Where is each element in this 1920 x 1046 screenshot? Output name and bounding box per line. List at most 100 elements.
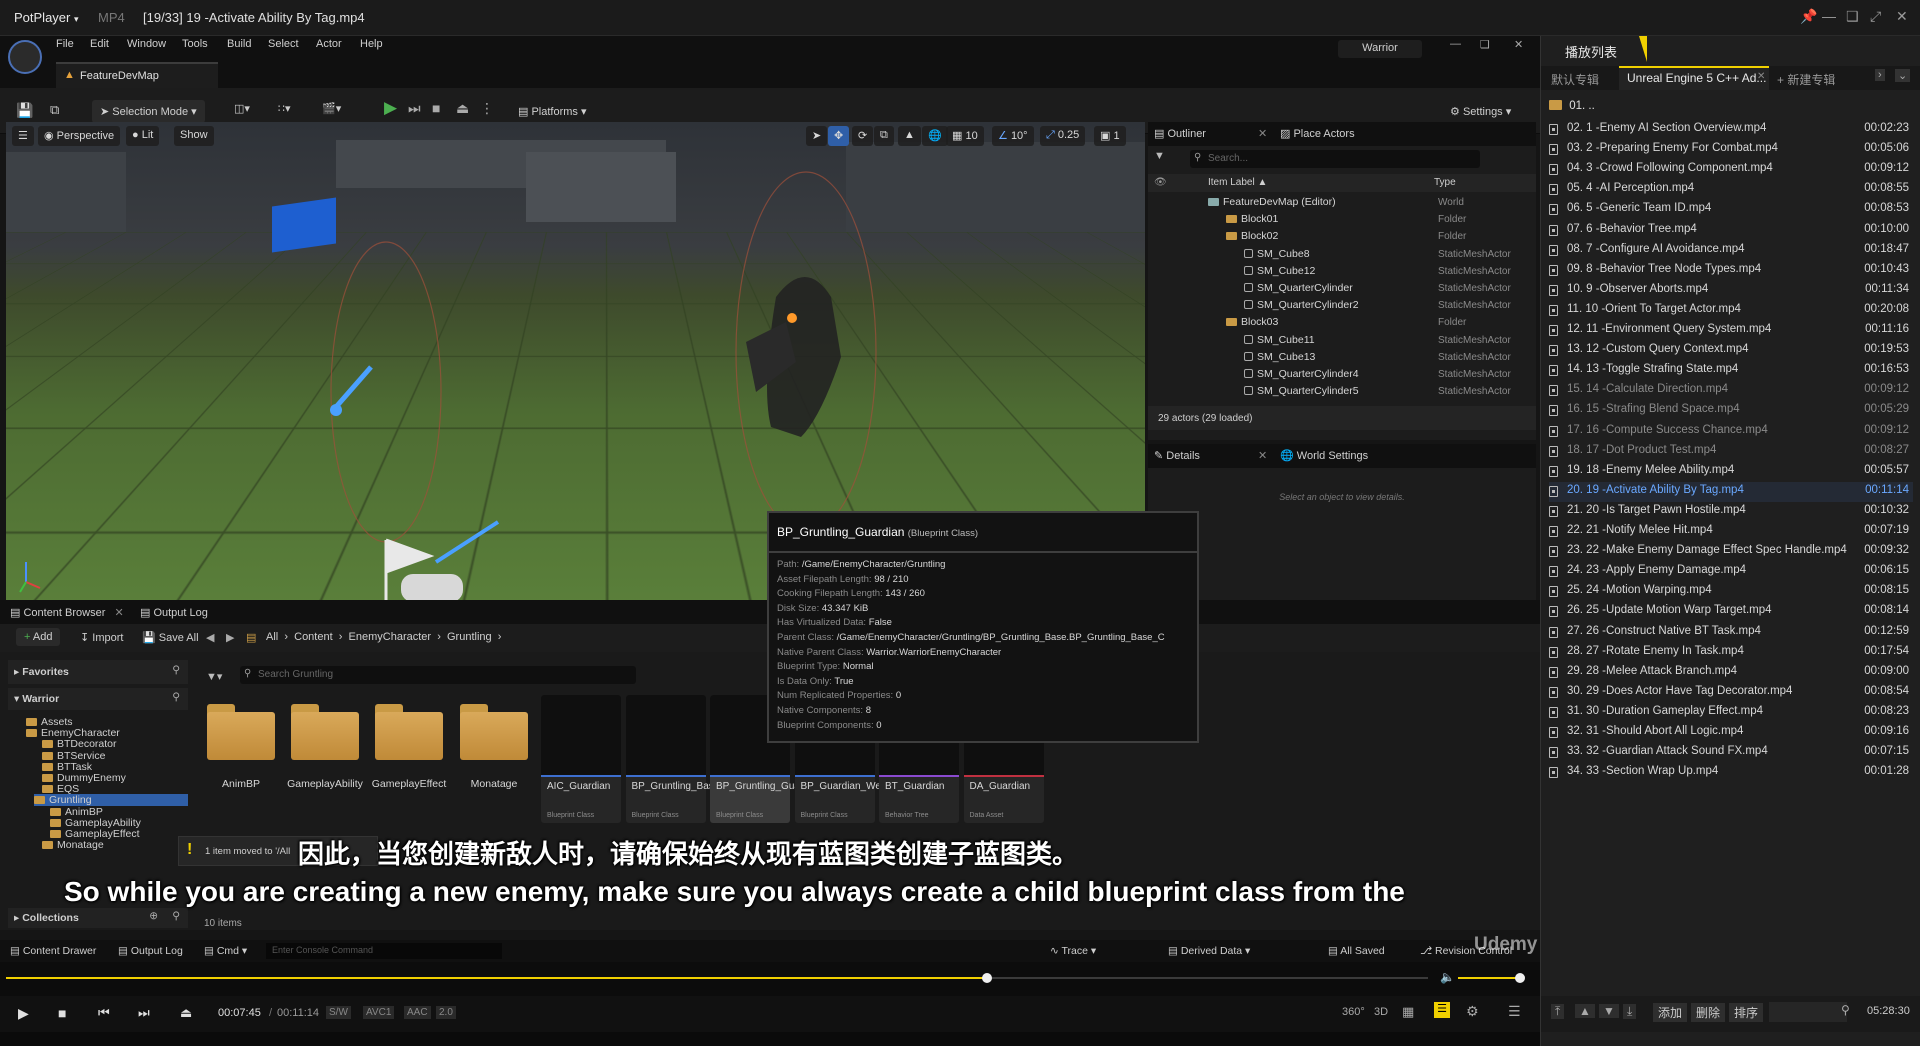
playlist-item[interactable]: 27. 26 -Construct Native BT Task.mp4 00:1… (1549, 623, 1913, 643)
status-output-log-button[interactable]: ▤ Output Log (118, 945, 183, 957)
playlist-search-icon[interactable]: ⚲ (1841, 1003, 1850, 1017)
menu-actor[interactable]: Actor (316, 38, 342, 50)
tab-active-album[interactable]: Unreal Engine 5 C++ Ad... ✕ (1619, 66, 1769, 90)
scale-tool-icon[interactable]: ⧉ (874, 126, 894, 146)
tree-folder-item[interactable]: EnemyCharacter (26, 727, 120, 739)
outliner-tab[interactable]: ▤ Outliner (1154, 127, 1206, 140)
crumb-enemycharacter[interactable]: EnemyCharacter (349, 631, 432, 643)
menu-edit[interactable]: Edit (90, 38, 109, 50)
show-button[interactable]: Show (174, 126, 214, 146)
playlist-item[interactable]: 13. 12 -Custom Query Context.mp4 00:19:53 (1549, 341, 1913, 361)
outliner-row[interactable]: Block01 Folder (1148, 213, 1518, 230)
playlist-item[interactable]: 14. 13 -Toggle Strafing State.mp4 00:16:5… (1549, 361, 1913, 381)
content-drawer-button[interactable]: ▤ Content Drawer (10, 945, 96, 957)
outliner-row[interactable]: SM_QuarterCylinder2 StaticMeshActor (1148, 299, 1518, 316)
menu-window[interactable]: Window (127, 38, 166, 50)
volume-handle[interactable] (1515, 973, 1525, 983)
folder-monatage[interactable] (460, 702, 528, 760)
vr360-button[interactable]: 360° (1342, 1006, 1365, 1018)
favorites-search-icon[interactable]: ⚲ (172, 664, 180, 676)
tree-folder-item[interactable]: EQS (42, 783, 79, 795)
playlist-item[interactable]: 28. 27 -Rotate Enemy In Task.mp4 00:17:54 (1549, 643, 1913, 663)
col-type[interactable]: Type (1434, 177, 1456, 188)
save-all-button[interactable]: 💾 Save All (142, 631, 199, 644)
menu-file[interactable]: File (56, 38, 74, 50)
playlist-item[interactable]: 02. 1 -Enemy AI Section Overview.mp4 00:0… (1549, 120, 1913, 140)
blueprint-icon[interactable]: ∷▾ (278, 102, 291, 115)
crumb-gruntling[interactable]: Gruntling (447, 631, 492, 643)
world-settings-tab[interactable]: 🌐 World Settings (1280, 449, 1368, 462)
folder-icon[interactable]: ▤ (246, 631, 256, 644)
fullscreen-icon[interactable]: ⤢ (1870, 8, 1881, 25)
previous-icon[interactable]: ⏮ (98, 1005, 110, 1021)
preferences-gear-icon[interactable]: ⚙ (1466, 1003, 1479, 1020)
trace-dropdown[interactable]: ∿ Trace ▾ (1050, 945, 1096, 957)
console-input[interactable]: Enter Console Command (266, 943, 502, 959)
asset-tile[interactable]: BP_Gruntling_Base Blueprint Class (625, 695, 719, 823)
collections-search-icon[interactable]: ⚲ (172, 910, 180, 922)
outliner-row[interactable]: FeatureDevMap (Editor) World (1148, 196, 1518, 213)
add-collection-icon[interactable]: ⊕ (149, 910, 158, 922)
add-button[interactable]: + Add (16, 628, 61, 646)
tab-default-album[interactable]: 默认专辑 (1551, 71, 1599, 88)
details-close-icon[interactable]: ✕ (1258, 449, 1267, 462)
app-menu-button[interactable]: PotPlayer ▾ (14, 10, 79, 25)
sort-button[interactable]: 排序 (1729, 1003, 1764, 1022)
col-item-label[interactable]: Item Label ▲ (1208, 177, 1267, 188)
all-saved-button[interactable]: ▤ All Saved (1328, 945, 1385, 957)
scale-snap-button[interactable]: ⤢ 0.25 (1040, 126, 1086, 146)
close-icon[interactable]: ✕ (1896, 8, 1908, 25)
ue-restore-icon[interactable]: ❑ (1480, 38, 1490, 51)
tree-folder-item[interactable]: Monatage (42, 839, 104, 851)
cb-close-icon[interactable]: ✕ (114, 607, 123, 619)
playlist-item[interactable]: 09. 8 -Behavior Tree Node Types.mp4 00:10… (1549, 261, 1913, 281)
outliner-close-icon[interactable]: ✕ (1258, 127, 1267, 140)
playlist-item[interactable]: 16. 15 -Strafing Blend Space.mp4 00:05:29 (1549, 401, 1913, 421)
folder-animbp[interactable] (207, 702, 275, 760)
lit-button[interactable]: ● Lit (126, 126, 160, 146)
playlist-item[interactable]: 23. 22 -Make Enemy Damage Effect Spec Ha… (1549, 542, 1913, 562)
play-button[interactable]: ▶ (384, 98, 397, 118)
playlist-item[interactable]: 12. 11 -Environment Query System.mp4 00:1… (1549, 321, 1913, 341)
move-top-icon[interactable]: ⤒ (1551, 1004, 1565, 1019)
stop-button[interactable]: ■ (432, 100, 440, 116)
outliner-search-input[interactable]: ⚲ Search... (1190, 150, 1480, 168)
favorites-section[interactable]: ▸ Favorites ⚲ (8, 660, 188, 684)
ue-close-icon[interactable]: ✕ (1514, 38, 1523, 51)
camera-speed-button[interactable]: ▣ 1 (1094, 126, 1126, 146)
step-button[interactable]: ⏭ (408, 100, 421, 117)
add-actor-icon[interactable]: ◫▾ (234, 102, 250, 115)
playlist-item[interactable]: 24. 23 -Apply Enemy Damage.mp4 00:06:15 (1549, 562, 1913, 582)
new-album-button[interactable]: + 新建专辑 (1777, 71, 1835, 88)
outliner-row[interactable]: SM_QuarterCylinder4 StaticMeshActor (1148, 368, 1518, 385)
select-tool-icon[interactable]: ➤ (806, 126, 828, 146)
details-tab[interactable]: ✎ Details (1154, 449, 1200, 462)
outliner-row[interactable]: Block02 Folder (1148, 230, 1518, 247)
settings-dropdown[interactable]: ⚙ Settings ▾ (1442, 100, 1519, 123)
menu-build[interactable]: Build (227, 38, 251, 50)
import-button[interactable]: ↧ Import (80, 631, 123, 644)
content-icon[interactable]: ⧉ (50, 102, 59, 118)
main-menu-icon[interactable]: ☰ (1508, 1003, 1521, 1020)
warrior-root[interactable]: ▾ Warrior ⚲ (8, 688, 188, 710)
playlist-item[interactable]: 33. 32 -Guardian Attack Sound FX.mp4 00:0… (1549, 743, 1913, 763)
delete-button[interactable]: 删除 (1691, 1003, 1726, 1022)
playlist-folder-row[interactable]: 01. .. (1549, 100, 1595, 112)
tree-folder-item[interactable]: AnimBP (50, 806, 103, 818)
video-codec-badge[interactable]: AVC1 (363, 1006, 395, 1019)
playlist-item[interactable]: 15. 14 -Calculate Direction.mp4 00:09:12 (1549, 381, 1913, 401)
playlist-item[interactable]: 17. 16 -Compute Success Chance.mp4 00:09:… (1549, 422, 1913, 442)
playlist-item[interactable]: 10. 9 -Observer Aborts.mp4 00:11:34 (1549, 281, 1913, 301)
place-actors-tab[interactable]: ▨ Place Actors (1280, 127, 1355, 140)
playlist-item[interactable]: 21. 20 -Is Target Pawn Hostile.mp4 00:10:… (1549, 502, 1913, 522)
folder-gameplayeffect[interactable] (375, 702, 443, 760)
rotate-tool-icon[interactable]: ⟳ (852, 126, 874, 146)
playlist-item[interactable]: 34. 33 -Section Wrap Up.mp4 00:01:28 (1549, 763, 1913, 783)
cinematics-icon[interactable]: 🎬▾ (322, 102, 341, 115)
minimize-icon[interactable]: — (1822, 8, 1836, 24)
playlist-search-input[interactable] (1769, 1002, 1847, 1022)
move-up-icon[interactable]: ▲ (1575, 1004, 1595, 1018)
playlist-item[interactable]: 20. 19 -Activate Ability By Tag.mp4 00:11… (1549, 481, 1913, 502)
playlist-item[interactable]: 11. 10 -Orient To Target Actor.mp4 00:20:… (1549, 301, 1913, 321)
output-log-tab[interactable]: ▤ Output Log (140, 606, 208, 619)
